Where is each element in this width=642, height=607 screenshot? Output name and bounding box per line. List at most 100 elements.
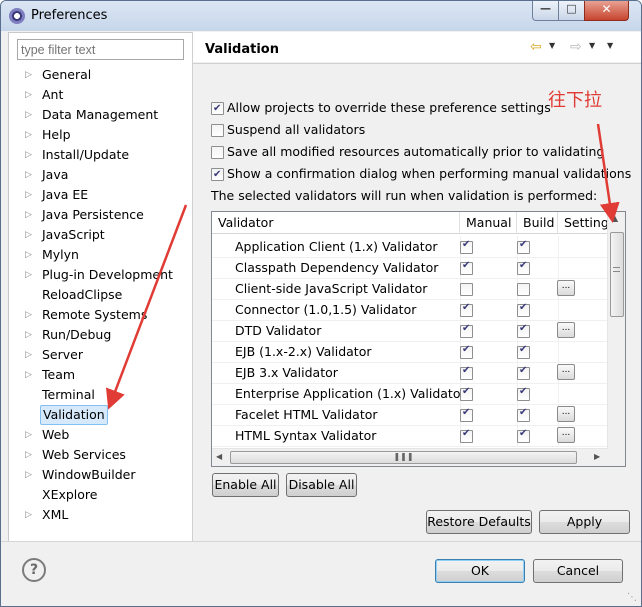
option-label[interactable]: Save all modified resources automaticall… [227, 143, 604, 161]
expand-arrow-icon[interactable]: ▷ [25, 225, 32, 245]
view-menu-chevron-icon[interactable]: ▼ [607, 41, 613, 50]
disable-all-button[interactable]: Disable All [286, 473, 357, 497]
tree-item[interactable]: XExplore [9, 485, 189, 505]
expand-arrow-icon[interactable]: ▷ [25, 445, 32, 465]
tree-item[interactable]: Terminal [9, 385, 189, 405]
scroll-up-icon[interactable]: ▲ [612, 214, 618, 223]
option-label[interactable]: Show a confirmation dialog when performi… [227, 165, 631, 183]
build-checkbox[interactable] [517, 283, 530, 296]
table-row[interactable]: DTD Validator... [212, 320, 609, 342]
manual-checkbox[interactable] [460, 365, 473, 380]
enable-all-button[interactable]: Enable All [212, 473, 279, 497]
table-row[interactable]: Client-side JavaScript Validator... [212, 278, 609, 300]
tree-item[interactable]: ▷ Server [9, 345, 189, 365]
build-checkbox[interactable] [517, 260, 530, 275]
build-checkbox[interactable] [517, 239, 530, 254]
resize-grip-icon[interactable]: ⋱ [627, 592, 637, 603]
manual-checkbox[interactable] [460, 323, 473, 338]
scroll-left-icon[interactable]: ◀ [216, 452, 222, 461]
table-row[interactable]: Classpath Dependency Validator [212, 257, 609, 279]
expand-arrow-icon[interactable]: ▷ [25, 305, 32, 325]
option-label[interactable]: Allow projects to override these prefere… [227, 99, 551, 117]
tree-item[interactable]: ▷ Install/Update [9, 145, 189, 165]
table-row[interactable]: Facelet HTML Validator... [212, 404, 609, 426]
build-checkbox[interactable] [517, 323, 530, 338]
build-checkbox[interactable] [517, 386, 530, 401]
manual-checkbox[interactable] [460, 283, 473, 296]
expand-arrow-icon[interactable]: ▷ [25, 165, 32, 185]
ok-button[interactable]: OK [435, 559, 525, 583]
option-label[interactable]: Suspend all validators [227, 121, 365, 139]
option-checkbox[interactable] [211, 124, 224, 137]
tree-item[interactable]: ▷ General [9, 65, 189, 85]
expand-arrow-icon[interactable]: ▷ [25, 365, 32, 385]
table-row[interactable]: Application Client (1.x) Validator [212, 236, 609, 258]
expand-arrow-icon[interactable]: ▷ [25, 125, 32, 145]
expand-arrow-icon[interactable]: ▷ [25, 105, 32, 125]
option-checkbox[interactable] [211, 100, 224, 118]
expand-arrow-icon[interactable]: ▷ [25, 425, 32, 445]
expand-arrow-icon[interactable]: ▷ [25, 145, 32, 165]
filter-input[interactable] [17, 39, 184, 60]
settings-button[interactable]: ... [557, 427, 575, 443]
manual-checkbox[interactable] [460, 260, 473, 275]
settings-button[interactable]: ... [557, 406, 575, 422]
expand-arrow-icon[interactable]: ▷ [25, 325, 32, 345]
back-menu-chevron-icon[interactable]: ▼ [549, 41, 555, 50]
tree-item[interactable]: ▷ Run/Debug [9, 325, 189, 345]
tree-item[interactable]: ▷ Java [9, 165, 189, 185]
tree-item[interactable]: ▷ Java Persistence [9, 205, 189, 225]
expand-arrow-icon[interactable]: ▷ [25, 265, 32, 285]
scroll-right-icon[interactable]: ▶ [594, 452, 600, 461]
horizontal-scroll-thumb[interactable]: ❚❚❚ [230, 451, 577, 464]
tree-item[interactable]: ▷ Help [9, 125, 189, 145]
manual-checkbox[interactable] [460, 407, 473, 422]
manual-checkbox[interactable] [460, 344, 473, 359]
apply-button[interactable]: Apply [539, 510, 630, 534]
forward-menu-chevron-icon[interactable]: ▼ [589, 41, 595, 50]
tree-item[interactable]: ▷ WindowBuilder [9, 465, 189, 485]
table-row[interactable]: Connector (1.0,1.5) Validator [212, 299, 609, 321]
tree-item[interactable]: ReloadClipse [9, 285, 189, 305]
tree-item[interactable]: Validation [9, 405, 189, 425]
maximize-button[interactable]: □ [558, 1, 585, 21]
build-checkbox[interactable] [517, 302, 530, 317]
forward-arrow-icon[interactable]: ⇨ [570, 39, 582, 55]
column-header[interactable]: Build [517, 212, 558, 234]
tree-item[interactable]: ▷ Data Management [9, 105, 189, 125]
expand-arrow-icon[interactable]: ▷ [25, 505, 32, 525]
settings-button[interactable]: ... [557, 322, 575, 338]
manual-checkbox[interactable] [460, 386, 473, 401]
build-checkbox[interactable] [517, 407, 530, 422]
vertical-scroll-thumb[interactable] [610, 232, 624, 317]
minimize-button[interactable]: — [532, 1, 559, 21]
column-header[interactable]: Manual [460, 212, 517, 234]
tree-item[interactable]: ▷ Java EE [9, 185, 189, 205]
settings-button[interactable]: ... [557, 364, 575, 380]
help-icon[interactable]: ? [22, 558, 46, 582]
build-checkbox[interactable] [517, 428, 530, 443]
table-row[interactable]: EJB (1.x-2.x) Validator [212, 341, 609, 363]
expand-arrow-icon[interactable]: ▷ [25, 205, 32, 225]
build-checkbox[interactable] [517, 344, 530, 359]
tree-item[interactable]: ▷ Plug-in Development [9, 265, 189, 285]
manual-checkbox[interactable] [460, 428, 473, 443]
table-row[interactable]: Enterprise Application (1.x) Validator [212, 383, 609, 405]
option-checkbox[interactable] [211, 146, 224, 159]
tree-item[interactable]: ▷ Web [9, 425, 189, 445]
expand-arrow-icon[interactable]: ▷ [25, 185, 32, 205]
expand-arrow-icon[interactable]: ▷ [25, 85, 32, 105]
manual-checkbox[interactable] [460, 302, 473, 317]
restore-defaults-button[interactable]: Restore Defaults [426, 510, 532, 534]
cancel-button[interactable]: Cancel [533, 559, 623, 583]
title-bar[interactable]: Preferences — □ ✕ [1, 1, 641, 31]
tree-item[interactable]: ▷ Team [9, 365, 189, 385]
tree-item[interactable]: ▷ Ant [9, 85, 189, 105]
back-arrow-icon[interactable]: ⇦ [530, 39, 542, 55]
manual-checkbox[interactable] [460, 239, 473, 254]
build-checkbox[interactable] [517, 365, 530, 380]
tree-item[interactable]: ▷ XML [9, 505, 189, 525]
panel-sash[interactable] [192, 32, 193, 540]
close-button[interactable]: ✕ [584, 1, 629, 21]
expand-arrow-icon[interactable]: ▷ [25, 65, 32, 85]
